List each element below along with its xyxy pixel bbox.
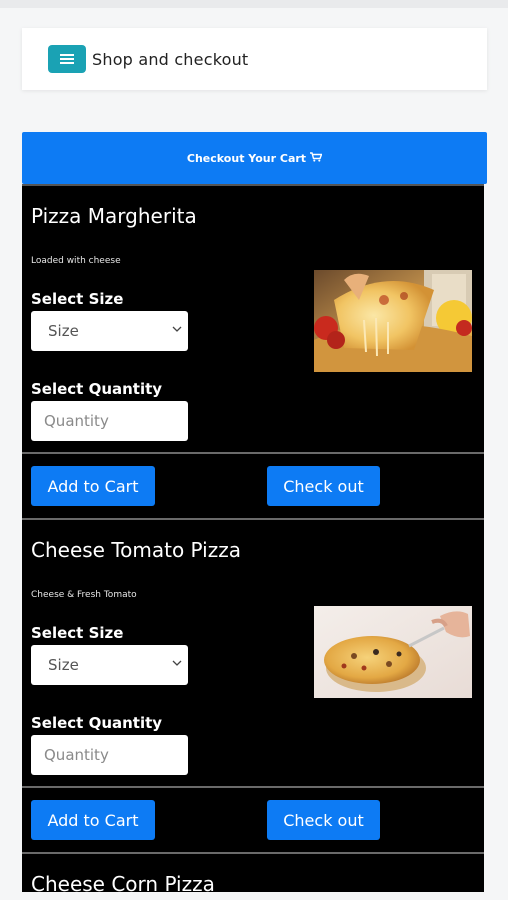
product-card-actions: Add to Cart Check out <box>22 786 484 852</box>
bottom-strip <box>0 892 508 900</box>
quantity-label: Select Quantity <box>31 714 163 732</box>
quantity-input[interactable] <box>31 401 188 441</box>
product-card: Cheese Corn Pizza <box>22 852 484 892</box>
hamburger-menu-icon <box>60 54 74 64</box>
checkout-cart-label: Checkout Your Cart <box>186 151 307 165</box>
product-card-body: Cheese Tomato Pizza Cheese & Fresh Tomat… <box>22 518 484 786</box>
quantity-input[interactable] <box>31 735 188 775</box>
product-card-body: Pizza Margherita Loaded with cheese Sele… <box>22 184 484 452</box>
product-name: Cheese Tomato Pizza <box>31 538 241 562</box>
navbar: Shop and checkout <box>22 28 487 90</box>
check-out-button[interactable]: Check out <box>267 466 380 506</box>
check-out-button[interactable]: Check out <box>267 800 380 840</box>
cheese-tomato-pizza-image <box>314 606 472 698</box>
add-to-cart-button[interactable]: Add to Cart <box>31 800 155 840</box>
chevron-down-icon <box>172 660 182 666</box>
product-list: Pizza Margherita Loaded with cheese Sele… <box>22 184 484 892</box>
size-select-value: Size <box>48 656 79 674</box>
product-card: Pizza Margherita Loaded with cheese Sele… <box>22 184 484 518</box>
chevron-down-icon <box>172 326 182 332</box>
pizza-margherita-image <box>314 270 472 372</box>
product-name: Pizza Margherita <box>31 204 197 228</box>
product-card: Cheese Tomato Pizza Cheese & Fresh Tomat… <box>22 518 484 852</box>
top-strip <box>0 0 508 8</box>
product-name: Cheese Corn Pizza <box>31 872 215 892</box>
quantity-label: Select Quantity <box>31 380 163 398</box>
product-description: Cheese & Fresh Tomato <box>31 590 137 600</box>
cart-icon <box>310 151 323 165</box>
size-select-value: Size <box>48 322 79 340</box>
size-label: Select Size <box>31 290 124 308</box>
checkout-cart-button[interactable]: Checkout Your Cart <box>22 132 487 184</box>
size-select[interactable]: Size <box>31 645 188 685</box>
menu-toggle-button[interactable] <box>48 45 86 73</box>
page-title: Shop and checkout <box>92 49 249 69</box>
product-card-actions: Add to Cart Check out <box>22 452 484 518</box>
size-select[interactable]: Size <box>31 311 188 351</box>
size-label: Select Size <box>31 624 124 642</box>
product-description: Loaded with cheese <box>31 256 121 266</box>
add-to-cart-button[interactable]: Add to Cart <box>31 466 155 506</box>
